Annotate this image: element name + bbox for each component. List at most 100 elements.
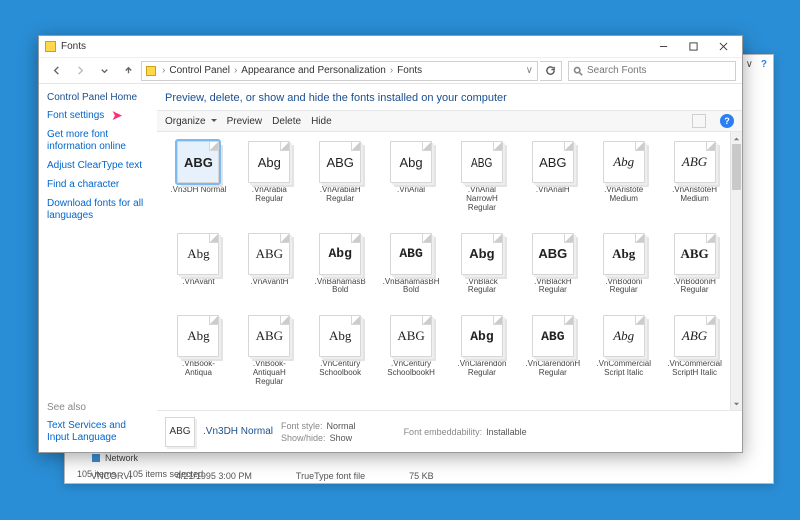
chevron-right-icon[interactable]: › xyxy=(232,65,239,76)
scroll-thumb[interactable] xyxy=(732,144,741,190)
font-item[interactable]: ABG.VnBahamasBH Bold xyxy=(376,230,447,313)
sidebar: Control Panel Home Font settings ➤ Get m… xyxy=(39,84,157,452)
delete-button[interactable]: Delete xyxy=(272,116,301,127)
page-fold-icon xyxy=(280,316,289,325)
font-sample: Abg xyxy=(328,246,351,261)
folder-icon xyxy=(146,66,156,76)
font-sample: ABG xyxy=(539,155,566,170)
font-sample: ABG xyxy=(541,329,564,344)
font-thumbnail: Abg xyxy=(177,315,219,357)
refresh-button[interactable] xyxy=(540,61,562,81)
font-label: .VnCommercial ScriptH Italic xyxy=(666,360,724,378)
font-label: .VnBlack Regular xyxy=(453,278,511,296)
font-item[interactable]: Abg.VnCommercial Script Italic xyxy=(588,312,659,404)
chevron-down-icon[interactable]: ∨ xyxy=(524,65,535,76)
font-item[interactable]: ABG.VnArabiaH Regular xyxy=(305,138,376,230)
sidebar-home[interactable]: Control Panel Home xyxy=(47,92,149,103)
minimize-button[interactable] xyxy=(648,38,678,56)
font-item[interactable]: Abg.VnArabia Regular xyxy=(234,138,305,230)
vertical-scrollbar[interactable] xyxy=(730,132,742,410)
font-thumbnail: Abg xyxy=(319,233,361,275)
font-item[interactable]: ABG .VnArialH xyxy=(517,138,588,230)
forward-button[interactable] xyxy=(69,61,91,81)
font-sample: ABG xyxy=(682,328,707,344)
chevron-right-icon[interactable]: › xyxy=(388,65,395,76)
details-style-label: Font style: xyxy=(281,421,323,431)
maximize-button[interactable] xyxy=(678,38,708,56)
breadcrumb-item[interactable]: Appearance and Personalization xyxy=(241,65,386,76)
page-fold-icon xyxy=(209,234,218,243)
sidebar-link-more-info[interactable]: Get more font information online xyxy=(47,129,149,153)
sidebar-link-text-services[interactable]: Text Services and Input Language xyxy=(47,420,149,444)
font-thumbnail: Abg xyxy=(177,233,219,275)
details-style-value: Normal xyxy=(327,421,356,431)
font-label: .VnBook-Antiqua xyxy=(169,360,227,378)
font-label: .VnArial xyxy=(397,186,425,202)
bg-help-icon[interactable]: ? xyxy=(761,59,767,70)
font-sample: ABG xyxy=(680,246,708,262)
close-button[interactable] xyxy=(708,38,738,56)
scroll-down-button[interactable] xyxy=(731,398,742,410)
preview-button[interactable]: Preview xyxy=(227,116,263,127)
see-also-header: See also xyxy=(47,402,149,413)
titlebar[interactable]: Fonts xyxy=(39,36,742,58)
font-thumbnail: ABG xyxy=(248,233,290,275)
search-box[interactable] xyxy=(568,61,736,81)
sidebar-link-find-char[interactable]: Find a character xyxy=(47,179,149,191)
font-item[interactable]: Abg.VnCentury Schoolbook xyxy=(305,312,376,404)
sidebar-link-download[interactable]: Download fonts for all languages xyxy=(47,198,149,222)
hide-button[interactable]: Hide xyxy=(311,116,332,127)
font-item[interactable]: ABG.VnAvantH xyxy=(234,230,305,313)
bg-expand-icon[interactable]: ∨ xyxy=(746,59,753,70)
font-item[interactable]: Abg.VnBahamasB Bold xyxy=(305,230,376,313)
font-item[interactable]: ABG .VnCommercial ScriptH Italic xyxy=(659,312,730,404)
font-thumbnail: ABG xyxy=(674,315,716,357)
font-item[interactable]: ABG.VnAristoteH Medium xyxy=(659,138,730,230)
font-sample: ABG xyxy=(256,328,283,344)
font-item[interactable]: Abg.VnAristote Medium xyxy=(588,138,659,230)
recent-dropdown[interactable] xyxy=(93,61,115,81)
font-thumbnail: ABG xyxy=(532,315,574,357)
font-item[interactable]: ABG.VnBlackH Regular xyxy=(517,230,588,313)
font-item[interactable]: Abg .VnBook-Antiqua xyxy=(163,312,234,404)
font-item[interactable]: ABG.VnArial NarrowH Regular xyxy=(447,138,518,230)
font-item[interactable]: ABG.VnCentury SchoolbookH xyxy=(376,312,447,404)
font-thumbnail: ABG xyxy=(177,141,219,183)
font-item[interactable]: ABG.VnClarendonH Regular xyxy=(517,312,588,404)
help-icon[interactable]: ? xyxy=(720,114,734,128)
font-sample: Abg xyxy=(613,328,634,344)
page-fold-icon xyxy=(493,142,502,151)
view-options-button[interactable] xyxy=(692,114,706,128)
font-item[interactable]: Abg.VnArial xyxy=(376,138,447,230)
search-input[interactable] xyxy=(587,65,735,76)
font-item[interactable]: Abg.VnBodoni Regular xyxy=(588,230,659,313)
font-sample: ABG xyxy=(471,155,492,170)
font-label: .VnArialH xyxy=(536,186,570,202)
font-item[interactable]: Abg.VnAvant xyxy=(163,230,234,313)
bg-network-item[interactable]: Network xyxy=(91,453,138,463)
sidebar-link-font-settings[interactable]: Font settings xyxy=(47,110,149,122)
breadcrumb-item[interactable]: Fonts xyxy=(397,65,422,76)
font-label: .VnAristoteH Medium xyxy=(666,186,724,204)
font-item[interactable]: Abg.VnClarendon Regular xyxy=(447,312,518,404)
sidebar-link-cleartype[interactable]: Adjust ClearType text xyxy=(47,160,149,172)
breadcrumb[interactable]: › Control Panel › Appearance and Persona… xyxy=(141,61,538,81)
font-grid[interactable]: ABG.Vn3DH NormalAbg.VnArabia RegularABG.… xyxy=(157,132,730,410)
details-font-name: .Vn3DH Normal xyxy=(203,426,273,437)
font-item[interactable]: ABG.VnBodoniH Regular xyxy=(659,230,730,313)
breadcrumb-item[interactable]: Control Panel xyxy=(169,65,230,76)
details-thumbnail: ABG xyxy=(165,417,195,447)
up-button[interactable] xyxy=(117,61,139,81)
bg-network-label: Network xyxy=(105,453,138,463)
font-item[interactable]: ABG.VnBook-AntiquaH Regular xyxy=(234,312,305,404)
organize-menu[interactable]: Organize xyxy=(165,116,217,127)
page-fold-icon xyxy=(635,234,644,243)
scroll-up-button[interactable] xyxy=(731,132,742,144)
page-fold-icon xyxy=(351,234,360,243)
font-item[interactable]: ABG.Vn3DH Normal xyxy=(163,138,234,230)
font-sample: Abg xyxy=(470,329,493,344)
font-sample: ABG xyxy=(256,246,283,262)
chevron-right-icon[interactable]: › xyxy=(160,65,167,76)
back-button[interactable] xyxy=(45,61,67,81)
font-item[interactable]: Abg.VnBlack Regular xyxy=(447,230,518,313)
